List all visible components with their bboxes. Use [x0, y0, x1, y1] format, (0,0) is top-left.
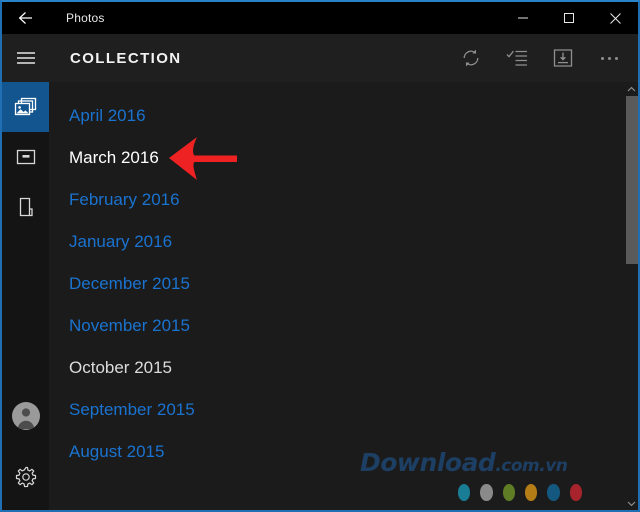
month-item[interactable]: December 2015: [49, 263, 638, 305]
command-bar: COLLECTION: [2, 34, 638, 82]
rail-item-collection[interactable]: [2, 82, 49, 132]
minimize-button[interactable]: [500, 2, 546, 34]
select-checklist-icon: [506, 48, 528, 68]
month-list: April 2016 March 2016 February 2016 January…: [49, 82, 638, 473]
back-arrow-icon: [16, 9, 34, 27]
close-button[interactable]: [592, 2, 638, 34]
month-item[interactable]: November 2015: [49, 305, 638, 347]
vertical-scrollbar[interactable]: [624, 82, 638, 510]
month-item[interactable]: March 2016: [49, 137, 638, 179]
month-item[interactable]: October 2015: [49, 347, 638, 389]
more-options-button[interactable]: [586, 34, 632, 82]
import-icon: [552, 47, 574, 69]
ellipsis-icon: [600, 56, 618, 60]
title-bar: Photos: [2, 2, 638, 34]
minimize-icon: [517, 12, 529, 24]
refresh-button[interactable]: [448, 34, 494, 82]
scroll-down-button[interactable]: [624, 496, 638, 510]
window-title: Photos: [66, 11, 105, 25]
user-avatar-icon: [12, 402, 40, 430]
collection-content: April 2016 March 2016 February 2016 January…: [49, 82, 638, 510]
folder-page-icon: [16, 196, 36, 218]
scrollbar-thumb[interactable]: [626, 96, 638, 264]
maximize-button[interactable]: [546, 2, 592, 34]
refresh-icon: [460, 47, 482, 69]
close-icon: [609, 12, 622, 25]
account-button[interactable]: [11, 402, 40, 430]
month-item[interactable]: February 2016: [49, 179, 638, 221]
gear-icon: [15, 466, 37, 488]
navigation-rail: [2, 82, 49, 510]
month-item[interactable]: April 2016: [49, 95, 638, 137]
month-item[interactable]: January 2016: [49, 221, 638, 263]
album-icon: [15, 148, 37, 166]
page-title: COLLECTION: [70, 49, 182, 67]
photos-app-window: Photos COLLECTION April 2016 March 2016 …: [0, 0, 640, 512]
hamburger-menu-button[interactable]: [2, 34, 49, 82]
maximize-icon: [563, 12, 575, 24]
photos-stack-icon: [14, 96, 38, 118]
select-button[interactable]: [494, 34, 540, 82]
settings-button[interactable]: [2, 452, 49, 502]
scroll-up-button[interactable]: [624, 82, 638, 96]
rail-item-albums[interactable]: [2, 132, 49, 182]
chevron-down-icon: [627, 500, 636, 507]
import-button[interactable]: [540, 34, 586, 82]
window-controls: [500, 2, 638, 34]
month-item[interactable]: September 2015: [49, 389, 638, 431]
back-button[interactable]: [2, 2, 48, 34]
hamburger-menu-icon: [16, 51, 36, 65]
scrollbar-track[interactable]: [626, 96, 638, 496]
chevron-up-icon: [627, 86, 636, 93]
month-item[interactable]: August 2015: [49, 431, 638, 473]
rail-bottom-section: [2, 402, 49, 502]
command-actions: [448, 34, 638, 82]
rail-item-folders[interactable]: [2, 182, 49, 232]
